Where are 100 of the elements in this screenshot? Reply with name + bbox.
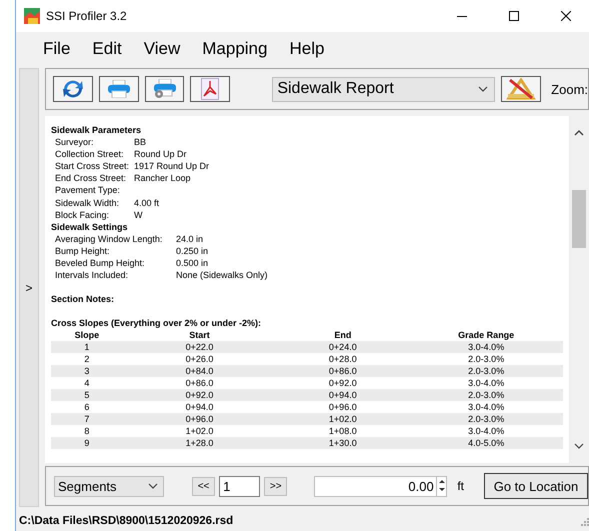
section-heading: Sidewalk Parameters (51, 124, 142, 136)
table-cell: 1+28.0 (122, 437, 276, 450)
menu-item[interactable]: View (132, 39, 192, 59)
table-cell: 3.0-4.0% (409, 377, 563, 390)
field-label: Intervals Included: (55, 269, 130, 282)
table-cell: 0+94.0 (122, 401, 276, 414)
table-cell: 0+86.0 (122, 377, 276, 390)
field-value: 4.00 ft (134, 196, 160, 209)
next-button[interactable]: >> (264, 476, 288, 496)
pdf-icon (201, 78, 220, 100)
side-panel-toggle[interactable]: > (19, 68, 39, 507)
distance-field[interactable]: 0.00 (314, 476, 436, 496)
printer-icon (106, 80, 131, 98)
field-value: 24.0 in (176, 232, 204, 245)
field-value: Rancher Loop (134, 172, 191, 184)
menu-item[interactable]: Mapping (191, 39, 278, 59)
caret-icon (478, 86, 488, 92)
table-cell: 3.0-4.0% (409, 341, 563, 354)
zoom-label: Zoom: (551, 82, 588, 96)
field-value: BB (134, 136, 146, 148)
field-label: Averaging Window Length: (55, 232, 164, 245)
table-cell: 2.0-3.0% (409, 365, 563, 378)
table-cell: 2 (51, 353, 123, 366)
table-cell: 0+86.0 (276, 365, 410, 378)
table-cell: 0+84.0 (122, 365, 276, 378)
table-cell: 0+22.0 (122, 341, 276, 354)
section-heading: Sidewalk Settings (51, 220, 129, 233)
table-cell: 0+96.0 (122, 413, 276, 426)
field-label: Beveled Bump Height: (55, 257, 146, 270)
table-cell: 7 (51, 413, 123, 426)
field-label: Start Cross Street: (55, 160, 130, 172)
file-path: C:\Data Files\RSD\8900\1512020926.rsd (19, 515, 234, 527)
field-label: Bump Height: (55, 244, 111, 258)
report-select[interactable]: Sidewalk Report (272, 76, 496, 102)
table-cell: 0+28.0 (276, 353, 410, 366)
field-label: End Cross Street: (55, 172, 128, 184)
measure-button[interactable] (501, 76, 542, 102)
field-value: W (134, 208, 142, 221)
table-cell: 3 (51, 365, 123, 378)
table-cell: 4.0-5.0% (409, 437, 563, 450)
table-cell: 3.0-4.0% (409, 425, 563, 438)
table-cell: 9 (51, 437, 123, 450)
table-cell: 2.0-3.0% (409, 413, 563, 426)
field-label: Sidewalk Width: (55, 196, 120, 209)
field-label: Collection Street: (55, 148, 125, 160)
table-cell: 0+92.0 (276, 377, 410, 390)
app-icon (24, 8, 40, 24)
window-title: SSI Profiler 3.2 (46, 9, 128, 23)
field-value: 1917 Round Up Dr (134, 160, 210, 172)
scrollbar-thumb[interactable] (572, 190, 586, 248)
table-cell: 2.0-3.0% (409, 353, 563, 366)
page-field[interactable]: 1 (219, 476, 260, 496)
table-cell: 6 (51, 401, 123, 414)
previous-button[interactable]: << (192, 476, 216, 496)
table-cell: 5 (51, 389, 123, 402)
resize-grip-icon[interactable] (579, 516, 589, 526)
field-value: Round Up Dr (134, 148, 187, 160)
spinner-buttons[interactable] (436, 476, 448, 496)
column-header: Slope (51, 329, 123, 342)
table-cell: 3.0-4.0% (409, 401, 563, 414)
column-header: Start (122, 329, 276, 342)
segment-select[interactable]: Segments (54, 476, 164, 496)
table-cell: 1 (51, 341, 123, 354)
scroll-down-icon[interactable] (574, 443, 584, 449)
table-cell: 0+94.0 (276, 389, 410, 402)
print-settings-button[interactable] (144, 76, 184, 102)
refresh-button[interactable] (53, 76, 93, 102)
field-label: Surveyor: (55, 136, 95, 148)
column-header: Grade Range (409, 329, 563, 342)
maximize-icon (509, 11, 519, 21)
unit-label: ft (457, 479, 464, 493)
menu-item[interactable]: Edit (81, 39, 133, 59)
print-button[interactable] (98, 76, 139, 102)
table-cell: 8 (51, 425, 123, 438)
field-value: None (Sidewalks Only) (176, 269, 268, 282)
menu-item[interactable]: Help (278, 39, 336, 59)
close-icon (561, 11, 571, 21)
table-cell: 0+96.0 (276, 401, 410, 414)
section-heading: Section Notes: (51, 293, 116, 306)
go-to-location-button[interactable]: Go to Location (484, 473, 588, 499)
section-heading: Cross Slopes (Everything over 2% or under -2%): (51, 317, 262, 330)
caret-icon (148, 483, 158, 489)
table-cell: 2.0-3.0% (409, 389, 563, 402)
table-cell: 0+26.0 (122, 353, 276, 366)
field-value: 0.250 in (176, 244, 208, 258)
field-value: 0.500 in (176, 257, 208, 270)
field-label: Block Facing: (55, 208, 110, 221)
table-cell: 1+02.0 (122, 425, 276, 438)
ruler-pencil-icon (506, 78, 536, 100)
field-label: Pavement Type: (55, 184, 121, 197)
table-cell: 1+08.0 (276, 425, 410, 438)
scroll-up-icon[interactable] (574, 130, 584, 136)
printer-gear-icon (152, 79, 177, 99)
menu-item[interactable]: File (32, 39, 82, 59)
table-cell: 4 (51, 377, 123, 390)
table-cell: 0+92.0 (122, 389, 276, 402)
pdf-button[interactable] (190, 76, 230, 102)
table-cell: 0+24.0 (276, 341, 410, 354)
table-cell: 1+30.0 (276, 437, 410, 450)
table-cell: 1+02.0 (276, 413, 410, 426)
